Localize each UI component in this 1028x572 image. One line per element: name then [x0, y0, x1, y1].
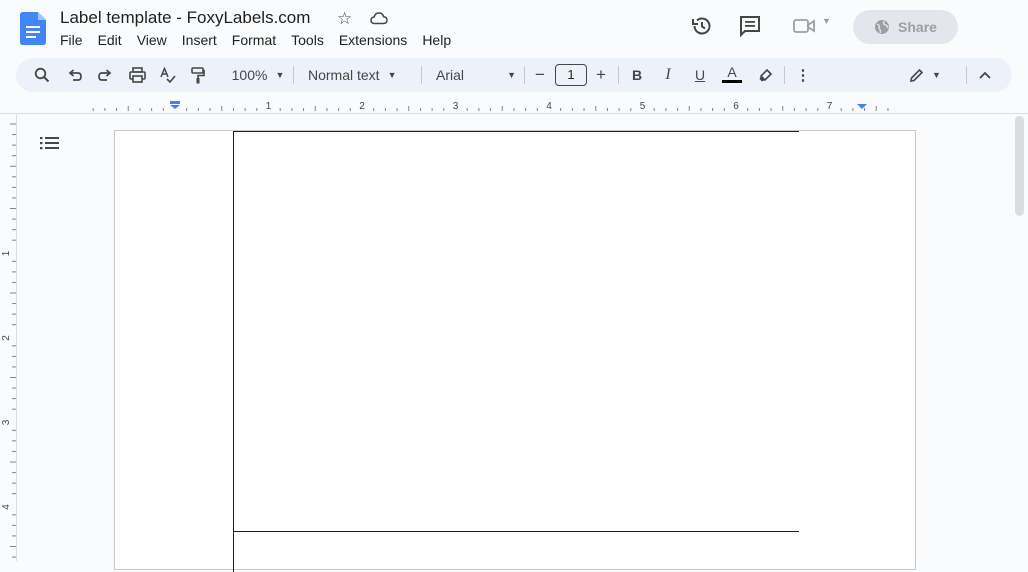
- right-indent-marker: [857, 104, 867, 109]
- editing-mode-button[interactable]: ▼: [904, 58, 946, 92]
- paint-format-icon: [191, 66, 205, 83]
- text-color-button[interactable]: A: [720, 58, 744, 92]
- ruler-number: 1: [266, 101, 272, 112]
- toolbar: 100% ▼ Normal text ▼ Arial ▼ − 1 + B I U A …: [16, 58, 1012, 92]
- chevron-down-icon: ▼: [932, 70, 941, 80]
- font-select[interactable]: Arial ▼: [436, 58, 516, 92]
- cloud-icon[interactable]: [370, 11, 388, 25]
- font-size-input[interactable]: 1: [555, 64, 587, 86]
- left-indent-marker: [170, 101, 180, 109]
- highlight-button[interactable]: [756, 58, 774, 92]
- ruler-number: 3: [453, 101, 459, 112]
- paragraph-style-select[interactable]: Normal text ▼: [308, 58, 408, 92]
- paint-format-button[interactable]: [189, 58, 207, 92]
- ruler-number: 4: [546, 101, 552, 112]
- horizontal-ruler[interactable]: 1 2 3 4 5 6 7: [0, 98, 1028, 114]
- search-menus-button[interactable]: [32, 58, 52, 92]
- chevron-down-icon: ▼: [387, 70, 397, 80]
- ruler-number: 4: [1, 504, 12, 510]
- document-page[interactable]: [114, 130, 916, 572]
- more-options-button[interactable]: ⋮: [795, 58, 811, 92]
- undo-icon: [68, 69, 82, 81]
- menu-insert[interactable]: Insert: [174, 32, 224, 48]
- menu-view[interactable]: View: [129, 32, 174, 48]
- ruler-number: 7: [827, 101, 833, 112]
- vertical-scrollbar[interactable]: [1015, 116, 1024, 216]
- increase-font-size-button[interactable]: +: [593, 58, 609, 92]
- redo-icon: [98, 69, 112, 81]
- share-label: Share: [898, 19, 937, 35]
- text-color-swatch: [722, 80, 742, 83]
- chevron-down-icon[interactable]: ▼: [822, 16, 831, 26]
- label-table-cell-next[interactable]: [233, 532, 234, 572]
- menu-help[interactable]: Help: [415, 32, 459, 48]
- toolbar-divider: [421, 66, 422, 84]
- chevron-up-icon: [979, 71, 991, 79]
- style-value: Normal text: [308, 67, 380, 83]
- top-bar: Label template - FoxyLabels.com ☆ File E…: [0, 0, 1028, 56]
- print-button[interactable]: [127, 58, 147, 92]
- share-button[interactable]: Share: [853, 10, 958, 44]
- label-table-cell[interactable]: [233, 131, 799, 532]
- hide-menus-button[interactable]: [977, 58, 993, 92]
- chevron-down-icon: ▼: [507, 70, 516, 80]
- spellcheck-icon: [160, 67, 176, 83]
- undo-button[interactable]: [66, 58, 84, 92]
- menu-bar: File Edit View Insert Format Tools Exten…: [60, 32, 459, 48]
- print-icon: [128, 67, 146, 83]
- menu-edit[interactable]: Edit: [90, 32, 129, 48]
- font-value: Arial: [436, 67, 465, 83]
- pencil-icon: [910, 68, 924, 82]
- toolbar-divider: [293, 66, 294, 84]
- toolbar-divider: [784, 66, 785, 84]
- underline-button[interactable]: U: [692, 58, 708, 92]
- document-title[interactable]: Label template - FoxyLabels.com: [60, 8, 310, 28]
- chevron-down-icon: ▼: [275, 70, 285, 80]
- ruler-number: 3: [1, 419, 12, 425]
- vertical-ruler[interactable]: 1 2 3 4: [0, 114, 18, 561]
- comment-icon[interactable]: [738, 14, 762, 38]
- toolbar-divider: [524, 66, 525, 84]
- bold-button[interactable]: B: [629, 58, 645, 92]
- italic-button[interactable]: I: [660, 58, 676, 92]
- zoom-select[interactable]: 100% ▼: [223, 58, 293, 92]
- ruler-number: 2: [1, 335, 12, 341]
- star-icon[interactable]: ☆: [337, 9, 352, 29]
- redo-button[interactable]: [96, 58, 114, 92]
- ruler-number: 5: [640, 101, 646, 112]
- menu-format[interactable]: Format: [224, 32, 283, 48]
- text-color-letter: A: [727, 64, 737, 80]
- video-icon[interactable]: [792, 16, 816, 36]
- globe-icon: [875, 20, 890, 34]
- ruler-number: 6: [733, 101, 739, 112]
- decrease-font-size-button[interactable]: −: [532, 58, 548, 92]
- ruler-number: 1: [1, 250, 12, 256]
- zoom-value: 100%: [231, 67, 268, 83]
- menu-file[interactable]: File: [60, 32, 90, 48]
- history-icon[interactable]: [690, 14, 714, 38]
- ruler-number: 2: [359, 101, 365, 112]
- highlighter-icon: [759, 68, 772, 81]
- docs-logo-icon[interactable]: [20, 12, 46, 45]
- outline-icon[interactable]: [40, 135, 60, 151]
- toolbar-divider: [618, 66, 619, 84]
- menu-extensions[interactable]: Extensions: [331, 32, 414, 48]
- menu-tools[interactable]: Tools: [284, 32, 332, 48]
- search-icon: [34, 67, 50, 83]
- spellcheck-button[interactable]: [159, 58, 177, 92]
- toolbar-divider: [966, 66, 967, 84]
